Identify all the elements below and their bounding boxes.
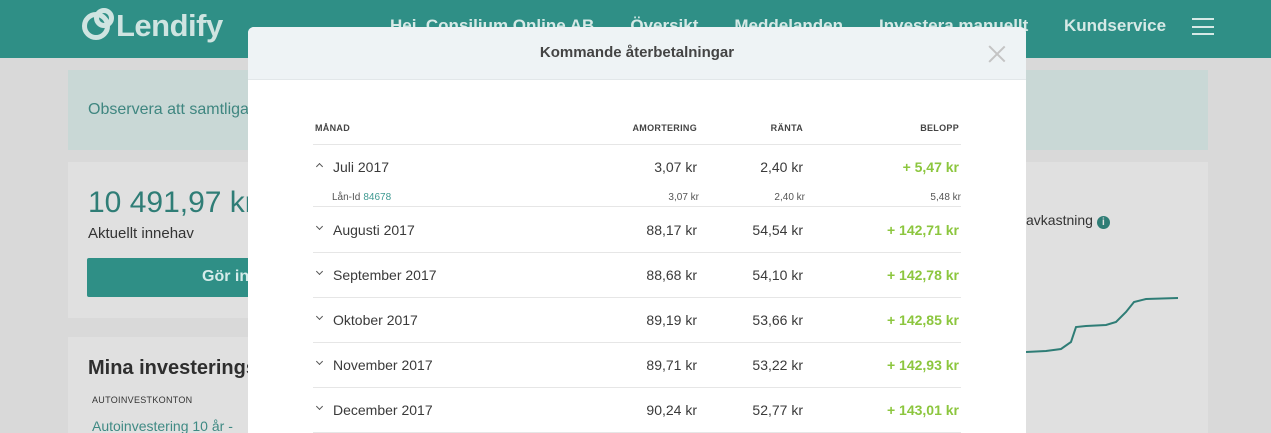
logo-mark-icon (82, 8, 114, 40)
loan-belopp: 5,48 kr (930, 192, 961, 203)
loan-detail-row: Lån-Id 84678 3,07 kr 2,40 kr 5,48 kr (313, 185, 961, 207)
notice-text: Observera att samtliga (88, 101, 249, 118)
loan-amortering: 3,07 kr (668, 192, 699, 203)
table-row[interactable]: November 2017 89,71 kr 53,22 kr + 142,93… (313, 343, 961, 388)
chevron-down-icon[interactable] (315, 223, 325, 233)
row-belopp: + 142,93 kr (886, 357, 959, 373)
logo-text: Lendify (116, 8, 223, 43)
investments-card: Mina investeringsk AUTOINVESTKONTON Auto… (68, 337, 268, 433)
returns-card: avkastning i (1026, 162, 1208, 433)
column-header-amortering: AMORTERING (632, 123, 697, 133)
row-ranta: 53,66 kr (752, 312, 803, 328)
balance-value: 10 491,97 kr (88, 186, 255, 219)
row-amortering: 89,19 kr (646, 312, 697, 328)
column-header-ranta: RÄNTA (770, 123, 803, 133)
autoinvest-account-link[interactable]: Autoinvestering 10 år - (92, 418, 233, 433)
hamburger-menu-icon[interactable] (1192, 18, 1214, 35)
loan-id-label: Lån-Id 84678 (332, 192, 392, 203)
row-amortering: 90,24 kr (646, 402, 697, 418)
row-month: November 2017 (333, 357, 433, 373)
autoinvest-accounts-label: AUTOINVESTKONTON (92, 395, 193, 405)
returns-chart (1026, 297, 1179, 353)
chevron-up-icon[interactable] (315, 160, 325, 170)
chevron-down-icon[interactable] (315, 403, 325, 413)
row-belopp: + 5,47 kr (902, 159, 959, 175)
returns-label: avkastning i (1026, 212, 1110, 229)
balance-label: Aktuellt innehav (88, 225, 194, 242)
loan-ranta: 2,40 kr (774, 192, 805, 203)
table-row[interactable]: September 2017 88,68 kr 54,10 kr + 142,7… (313, 253, 961, 298)
info-icon[interactable]: i (1096, 216, 1110, 229)
close-icon[interactable] (987, 44, 1007, 64)
upcoming-repayments-modal: Kommande återbetalningar MÅNAD AMORTERIN… (248, 27, 1026, 433)
row-ranta: 54,54 kr (752, 222, 803, 238)
investments-title: Mina investeringsk (88, 357, 269, 379)
row-amortering: 88,17 kr (646, 222, 697, 238)
row-month: Oktober 2017 (333, 312, 418, 328)
row-ranta: 54,10 kr (752, 267, 803, 283)
row-month: December 2017 (333, 402, 433, 418)
invest-button[interactable]: Gör in (87, 258, 267, 297)
modal-header: Kommande återbetalningar (248, 27, 1026, 80)
row-amortering: 88,68 kr (646, 267, 697, 283)
table-header: MÅNAD AMORTERING RÄNTA BELOPP (313, 123, 961, 145)
row-ranta: 2,40 kr (760, 159, 803, 175)
table-row[interactable]: Augusti 2017 88,17 kr 54,54 kr + 142,71 … (313, 208, 961, 253)
table-row[interactable]: December 2017 90,24 kr 52,77 kr + 143,01… (313, 388, 961, 433)
column-header-month: MÅNAD (315, 123, 350, 133)
row-month: September 2017 (333, 267, 437, 283)
chevron-down-icon[interactable] (315, 313, 325, 323)
returns-chart-line (1026, 297, 1179, 353)
table-row[interactable]: Juli 2017 3,07 kr 2,40 kr + 5,47 kr (313, 145, 961, 190)
row-belopp: + 142,78 kr (886, 267, 959, 283)
row-belopp: + 143,01 kr (886, 402, 959, 418)
lendify-logo[interactable]: Lendify (82, 8, 223, 44)
column-header-belopp: BELOPP (920, 123, 959, 133)
row-belopp: + 142,85 kr (886, 312, 959, 328)
chevron-down-icon[interactable] (315, 358, 325, 368)
modal-title: Kommande återbetalningar (539, 44, 735, 61)
nav-kundservice[interactable]: Kundservice (1064, 16, 1166, 36)
table-row[interactable]: Oktober 2017 89,19 kr 53,66 kr + 142,85 … (313, 298, 961, 343)
row-month: Augusti 2017 (333, 222, 415, 238)
row-amortering: 3,07 kr (654, 159, 697, 175)
row-ranta: 53,22 kr (752, 357, 803, 373)
chevron-down-icon[interactable] (315, 268, 325, 278)
row-ranta: 52,77 kr (752, 402, 803, 418)
loan-id-link[interactable]: 84678 (363, 192, 391, 203)
row-amortering: 89,71 kr (646, 357, 697, 373)
row-belopp: + 142,71 kr (886, 222, 959, 238)
holdings-card: 10 491,97 kr Aktuellt innehav Gör in (68, 162, 267, 318)
row-month: Juli 2017 (333, 159, 390, 175)
